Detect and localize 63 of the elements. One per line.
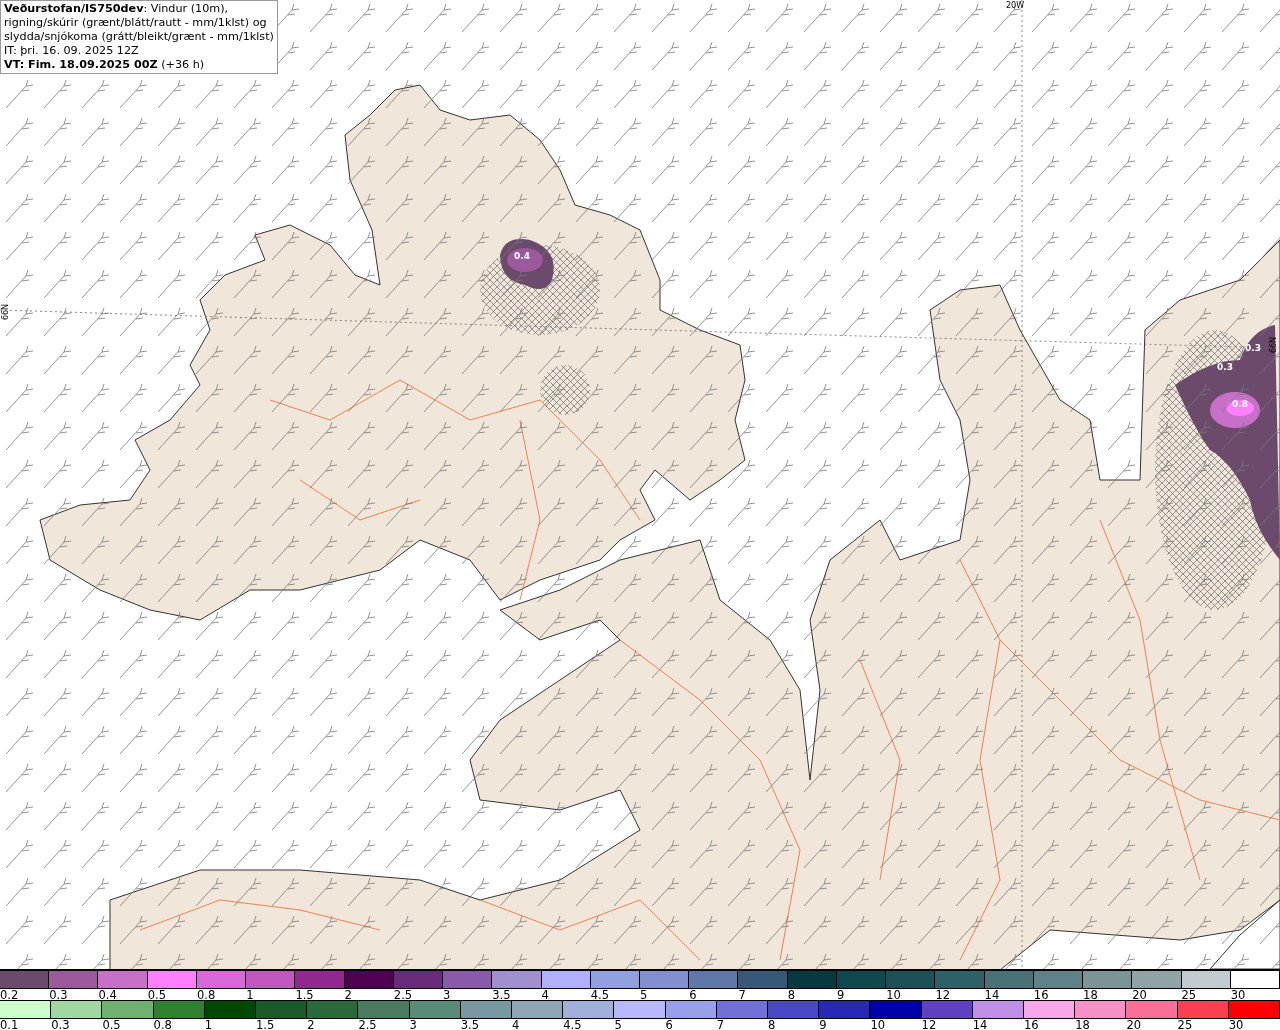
legend-label: 4: [541, 989, 549, 1002]
legend-label: 10: [886, 989, 901, 1002]
legend-label: 1: [246, 989, 254, 1002]
precipitation-label: 0.3: [1245, 343, 1261, 353]
legend-label: 3.5: [460, 1019, 480, 1030]
legend-label: 8: [768, 1019, 776, 1030]
legend-label: 8: [787, 989, 795, 1002]
legend-label: 1: [204, 1019, 213, 1030]
legend-label: 3.5: [492, 989, 511, 1002]
legend-label: 12: [921, 1019, 937, 1030]
legend-label: 0.3: [51, 1019, 70, 1030]
grid-label: 66N: [1, 303, 10, 321]
precipitation-label: 0.4: [514, 251, 530, 261]
legend-label: 4: [512, 1019, 520, 1030]
legend-label: 0.8: [196, 989, 216, 1002]
legend-label: 0.8: [153, 1019, 172, 1030]
legend-label: 9: [819, 1019, 827, 1030]
legend-label: 14: [972, 1019, 988, 1030]
legend-label: 4.5: [563, 1019, 582, 1030]
legend-label: 5: [614, 1019, 622, 1030]
legend-label: 0.5: [147, 989, 166, 1002]
precipitation-label: 0.8: [1232, 399, 1248, 409]
legend-label: 6: [689, 989, 697, 1002]
grid-label: 66N: [1269, 336, 1278, 354]
legend-label: 1.5: [256, 1019, 275, 1030]
legend-label: 20: [1132, 989, 1147, 1002]
legend-label: 0.2: [0, 989, 19, 1002]
legend-label: 5: [640, 989, 648, 1002]
legend-label: 20: [1126, 1019, 1142, 1030]
legend-label: 7: [716, 1019, 725, 1030]
legend-label: 2: [344, 989, 352, 1002]
legend-label: 25: [1181, 989, 1197, 1002]
legend-label: 25: [1177, 1019, 1193, 1030]
legend-label: 9: [836, 989, 845, 1002]
legend-label: 16: [1024, 1019, 1039, 1030]
legend-label: 10: [870, 1019, 886, 1030]
legend-label: 2: [307, 1019, 315, 1030]
legend-label: 14: [984, 989, 1000, 1002]
legend-label: 2.5: [358, 1019, 377, 1030]
legend-label: 30: [1228, 1019, 1244, 1030]
title-line: IT: þri. 16. 09. 2025 12Z: [4, 44, 140, 58]
title-line: VT: Fim. 18.09.2025 00Z (+36 h): [4, 58, 206, 72]
precipitation-label: 0.3: [1217, 362, 1233, 372]
legend-label: 1.5: [295, 989, 314, 1002]
legend-label: 3: [409, 1019, 417, 1030]
legend-label: 4.5: [590, 989, 610, 1002]
grid-label: 20W: [1005, 1, 1025, 10]
legend-label: 2.5: [393, 989, 413, 1002]
legend-label: 7: [738, 989, 746, 1002]
legend-label: 12: [935, 989, 950, 1002]
legend-label: 18: [1083, 989, 1098, 1002]
legend-label: 30: [1230, 989, 1246, 1002]
legend-label: 0.1: [0, 1019, 19, 1030]
legend-label: 3: [443, 989, 451, 1002]
legend-label: 0.5: [102, 1019, 121, 1030]
legend-label: 0.4: [98, 989, 117, 1002]
title-line: rigning/skúrir (grænt/blátt/rautt - mm/1klst) og: [4, 16, 268, 30]
legend-label: 6: [665, 1019, 673, 1030]
legend-label: 16: [1033, 989, 1049, 1002]
title-line: slydda/snjókoma (grátt/bleikt/grænt - mm/1klst): [4, 30, 274, 44]
title-line: Veðurstofan/IS750dev: Vindur (10m),: [4, 2, 230, 16]
legend-label: 0.3: [49, 989, 68, 1002]
legend-label: 18: [1075, 1019, 1090, 1030]
